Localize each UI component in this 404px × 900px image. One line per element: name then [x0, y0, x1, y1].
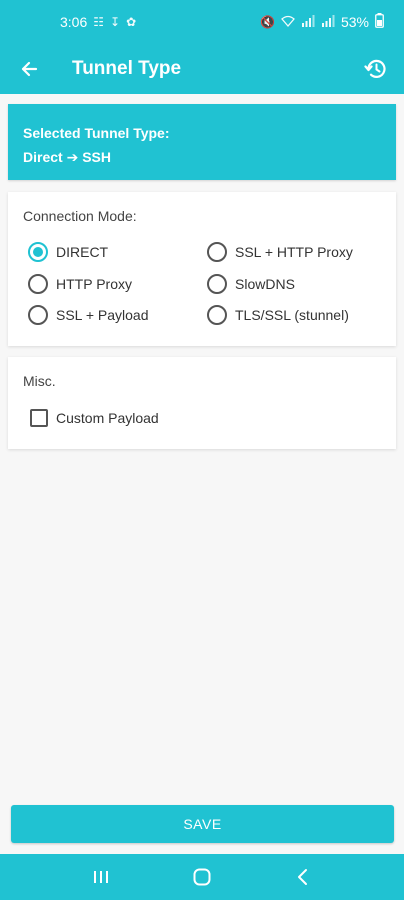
- custom-payload-checkbox[interactable]: [30, 409, 48, 427]
- page-title: Tunnel Type: [72, 58, 182, 79]
- battery-icon: [375, 13, 384, 31]
- back-icon[interactable]: [278, 857, 328, 897]
- radio-button[interactable]: [28, 305, 48, 325]
- selected-tunnel-card: Selected Tunnel Type: Direct ➔ SSH: [8, 104, 396, 180]
- download-icon: ↧: [110, 15, 121, 29]
- home-icon[interactable]: [177, 857, 227, 897]
- misc-card: Misc. Custom Payload: [8, 357, 396, 449]
- system-nav-bar: [0, 854, 404, 900]
- battery-percent: 53%: [340, 14, 369, 30]
- radio-button[interactable]: [207, 305, 227, 325]
- radio-button[interactable]: [207, 242, 227, 262]
- selected-tunnel-value: Direct ➔ SSH: [23, 149, 111, 165]
- recent-apps-icon[interactable]: [76, 857, 126, 897]
- wifi-icon: [281, 15, 295, 30]
- radio-button[interactable]: [207, 274, 227, 294]
- radio-label: DIRECT: [56, 244, 109, 260]
- status-right: 🔇 53%: [260, 13, 384, 31]
- save-button[interactable]: SAVE: [11, 805, 394, 843]
- radio-button-checked[interactable]: [28, 242, 48, 262]
- status-left: 3:06 ☷ ↧ ✿: [60, 14, 136, 30]
- connection-mode-title: Connection Mode:: [23, 208, 137, 224]
- radio-ssl-http-proxy[interactable]: SSL + HTTP Proxy: [207, 242, 353, 262]
- radio-ssl-payload[interactable]: SSL + Payload: [28, 305, 149, 325]
- custom-payload-label: Custom Payload: [56, 410, 159, 426]
- radio-http-proxy[interactable]: HTTP Proxy: [28, 274, 132, 294]
- selected-tunnel-label: Selected Tunnel Type:: [23, 125, 170, 141]
- radio-tls-ssl-stunnel[interactable]: TLS/SSL (stunnel): [207, 305, 349, 325]
- status-bar: 3:06 ☷ ↧ ✿ 🔇 53%: [0, 0, 404, 44]
- mute-icon: 🔇: [260, 15, 275, 29]
- radio-label: HTTP Proxy: [56, 276, 132, 292]
- connection-mode-card: Connection Mode: DIRECT SSL + HTTP Proxy…: [8, 192, 396, 346]
- radio-label: SSL + Payload: [56, 307, 149, 323]
- radio-direct[interactable]: DIRECT: [28, 242, 108, 262]
- signal-icon: [301, 14, 315, 30]
- custom-payload-row[interactable]: Custom Payload: [30, 409, 159, 427]
- radio-label: SlowDNS: [235, 276, 295, 292]
- notification-icon: ☷: [93, 15, 105, 29]
- signal-icon-2: [321, 14, 335, 30]
- radio-button[interactable]: [28, 274, 48, 294]
- radio-slowdns[interactable]: SlowDNS: [207, 274, 295, 294]
- radio-label: SSL + HTTP Proxy: [235, 244, 353, 260]
- back-arrow-icon[interactable]: [4, 44, 54, 94]
- app-toolbar: Tunnel Type: [0, 44, 404, 94]
- status-time: 3:06: [60, 14, 88, 30]
- misc-title: Misc.: [23, 373, 56, 389]
- app-notification-icon: ✿: [126, 15, 137, 29]
- radio-label: TLS/SSL (stunnel): [235, 307, 349, 323]
- history-icon[interactable]: [356, 49, 396, 89]
